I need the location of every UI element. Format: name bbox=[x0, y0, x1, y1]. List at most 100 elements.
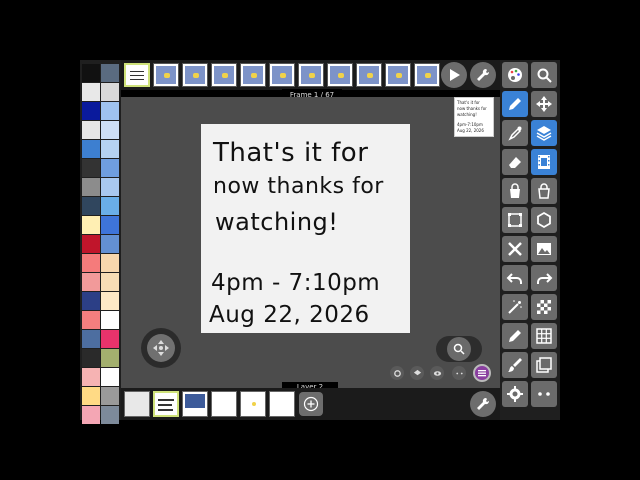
frame-thumbnail[interactable] bbox=[385, 63, 411, 87]
zoom-knob[interactable] bbox=[447, 337, 471, 361]
frame-thumbnail[interactable] bbox=[124, 63, 150, 87]
color-swatch[interactable] bbox=[82, 349, 100, 367]
frame-thumbnail[interactable] bbox=[327, 63, 353, 87]
color-swatch[interactable] bbox=[101, 292, 119, 310]
pencil-tool-button[interactable] bbox=[502, 323, 528, 349]
color-swatch[interactable] bbox=[101, 64, 119, 82]
pen-tool-button[interactable] bbox=[502, 91, 528, 117]
magic-wand-tool-button[interactable] bbox=[502, 294, 528, 320]
color-swatch[interactable] bbox=[82, 368, 100, 386]
joystick-knob[interactable] bbox=[147, 334, 175, 362]
color-swatch[interactable] bbox=[82, 254, 100, 272]
grid-tool-button[interactable] bbox=[531, 323, 557, 349]
frame-thumbnail[interactable] bbox=[153, 63, 179, 87]
color-swatch[interactable] bbox=[101, 235, 119, 253]
canvas-preview[interactable]: That's it for now thanks for watching! 4… bbox=[454, 97, 494, 137]
color-swatch[interactable] bbox=[101, 178, 119, 196]
frame-settings-button[interactable] bbox=[470, 62, 496, 88]
hamburger-icon bbox=[478, 370, 486, 377]
layer-sun[interactable] bbox=[240, 391, 266, 417]
layer-blank-2[interactable] bbox=[269, 391, 295, 417]
more-tool-button[interactable] bbox=[531, 381, 557, 407]
selection-tool-button[interactable] bbox=[502, 207, 528, 233]
film-tool-button[interactable] bbox=[531, 149, 557, 175]
color-swatch[interactable] bbox=[101, 330, 119, 348]
color-swatch[interactable] bbox=[101, 83, 119, 101]
layer-toggle-button[interactable] bbox=[410, 366, 424, 380]
color-swatch[interactable] bbox=[101, 273, 119, 291]
layer-2[interactable] bbox=[153, 391, 179, 417]
color-swatch[interactable] bbox=[101, 406, 119, 424]
color-swatch[interactable] bbox=[82, 83, 100, 101]
color-swatch[interactable] bbox=[101, 159, 119, 177]
layer-sky[interactable] bbox=[182, 391, 208, 417]
visibility-button[interactable] bbox=[430, 366, 444, 380]
checker-tool-button[interactable] bbox=[531, 294, 557, 320]
canvas-settings-button[interactable] bbox=[390, 366, 404, 380]
color-swatch[interactable] bbox=[82, 64, 100, 82]
drawing-canvas[interactable]: That's it for now thanks for watching! 4… bbox=[201, 124, 410, 333]
undo-tool-button[interactable] bbox=[502, 265, 528, 291]
frame-thumbnail[interactable] bbox=[356, 63, 382, 87]
color-swatch[interactable] bbox=[82, 178, 100, 196]
wrench-icon bbox=[477, 68, 490, 81]
move-tool-button[interactable] bbox=[531, 91, 557, 117]
color-swatch[interactable] bbox=[101, 311, 119, 329]
color-swatch[interactable] bbox=[82, 102, 100, 120]
color-swatch[interactable] bbox=[82, 330, 100, 348]
gear-tool-button[interactable] bbox=[502, 381, 528, 407]
frame-thumbnail[interactable] bbox=[182, 63, 208, 87]
redo-tool-button[interactable] bbox=[531, 265, 557, 291]
color-swatch[interactable] bbox=[101, 349, 119, 367]
color-swatch[interactable] bbox=[82, 216, 100, 234]
layer-settings-button[interactable] bbox=[470, 391, 496, 417]
eyedropper-tool-button[interactable] bbox=[502, 120, 528, 146]
bucket-fill-tool-button[interactable] bbox=[502, 178, 528, 204]
animation-app: Frame 1 / 67 That's it for now thanks fo… bbox=[0, 0, 640, 480]
frame-thumbnail[interactable] bbox=[298, 63, 324, 87]
layer-blank-1[interactable] bbox=[211, 391, 237, 417]
hexagon-tool-button[interactable] bbox=[531, 207, 557, 233]
color-swatch[interactable] bbox=[82, 197, 100, 215]
pan-joystick[interactable] bbox=[141, 328, 181, 368]
color-swatch[interactable] bbox=[82, 311, 100, 329]
canvas-text-line-3: watching! bbox=[215, 208, 339, 236]
layer-background[interactable] bbox=[124, 391, 150, 417]
layers-tool-button[interactable] bbox=[531, 120, 557, 146]
color-swatch[interactable] bbox=[101, 387, 119, 405]
tools-tool-button[interactable] bbox=[502, 236, 528, 262]
image-icon bbox=[537, 243, 551, 255]
color-swatch[interactable] bbox=[101, 368, 119, 386]
frame-thumbnail[interactable] bbox=[211, 63, 237, 87]
color-swatch[interactable] bbox=[101, 254, 119, 272]
color-swatch[interactable] bbox=[101, 216, 119, 234]
frame-thumbnail[interactable] bbox=[269, 63, 295, 87]
brush-tool-button[interactable] bbox=[502, 352, 528, 378]
color-swatch[interactable] bbox=[82, 159, 100, 177]
menu-button[interactable] bbox=[473, 364, 491, 382]
color-swatch[interactable] bbox=[82, 140, 100, 158]
color-swatch[interactable] bbox=[101, 140, 119, 158]
bucket-outline-tool-button[interactable] bbox=[531, 178, 557, 204]
canvas-text-line-5: Aug 22, 2026 bbox=[209, 302, 370, 328]
eraser-tool-button[interactable] bbox=[502, 149, 528, 175]
color-swatch[interactable] bbox=[82, 292, 100, 310]
color-swatch[interactable] bbox=[101, 102, 119, 120]
frame-thumbnail[interactable] bbox=[414, 63, 440, 87]
color-swatch[interactable] bbox=[82, 406, 100, 424]
zoom-button[interactable] bbox=[436, 336, 482, 362]
play-button[interactable] bbox=[441, 62, 467, 88]
color-swatch[interactable] bbox=[82, 387, 100, 405]
color-swatch[interactable] bbox=[82, 235, 100, 253]
color-swatch[interactable] bbox=[101, 197, 119, 215]
magnifier-tool-button[interactable] bbox=[531, 62, 557, 88]
overlay-tool-button[interactable] bbox=[531, 352, 557, 378]
image-tool-button[interactable] bbox=[531, 236, 557, 262]
frame-thumbnail[interactable] bbox=[240, 63, 266, 87]
add-layer-button[interactable] bbox=[299, 392, 323, 416]
color-swatch[interactable] bbox=[82, 273, 100, 291]
more-options-button[interactable] bbox=[452, 366, 466, 380]
palette-tool-button[interactable] bbox=[502, 62, 528, 88]
color-swatch[interactable] bbox=[101, 121, 119, 139]
color-swatch[interactable] bbox=[82, 121, 100, 139]
